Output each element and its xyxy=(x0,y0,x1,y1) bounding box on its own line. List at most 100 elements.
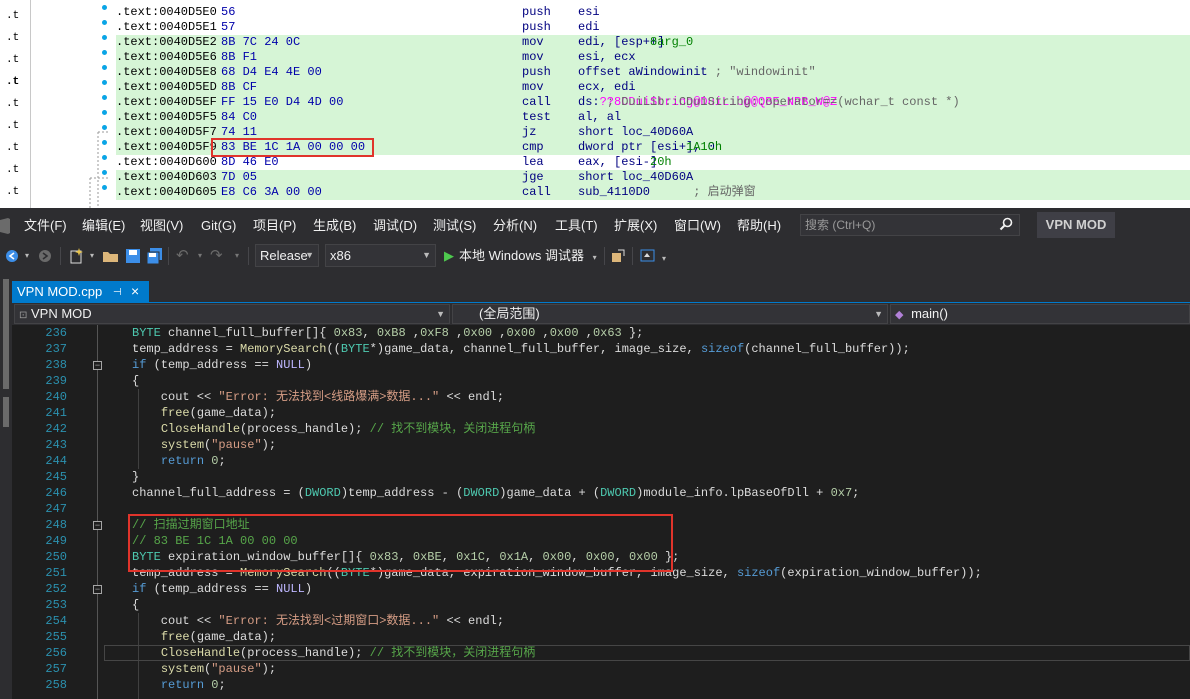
breakpoint-dot-icon[interactable] xyxy=(102,140,107,145)
breakpoint-dot-icon[interactable] xyxy=(102,65,107,70)
ida-disassembly-view[interactable]: .t .t .t .t .t .t .t .t .t .text:0040D5E… xyxy=(0,0,1190,208)
disasm-row[interactable]: .text:0040D603 7D 05 jge short loc_40D60A xyxy=(116,170,1190,185)
menu-build[interactable]: 生成(B) xyxy=(313,217,356,235)
breakpoint-dot-icon[interactable] xyxy=(102,110,107,115)
back-dropdown-chevron-icon[interactable]: ▾ xyxy=(25,247,29,265)
left-tool-strip[interactable] xyxy=(0,269,12,699)
disasm-row[interactable]: .text:0040D5E8 68 D4 E4 4E 00 push offset a… xyxy=(116,65,1190,80)
breakpoint-dot-icon[interactable] xyxy=(102,185,107,190)
platform-select[interactable]: x86 ▼ xyxy=(325,244,436,267)
code-line[interactable]: } xyxy=(132,469,139,485)
disasm-row[interactable]: .text:0040D5E6 8B F1 mov esi, ecx xyxy=(116,50,1190,65)
menu-help[interactable]: 帮助(H) xyxy=(737,217,781,235)
browser-link-icon[interactable] xyxy=(640,247,656,265)
menu-edit[interactable]: 编辑(E) xyxy=(82,217,125,235)
disasm-address: .text:0040D5E2 xyxy=(116,35,217,49)
breakpoint-dot-icon[interactable] xyxy=(102,5,107,10)
code-line[interactable]: system("pause"); xyxy=(132,437,276,453)
menu-window[interactable]: 窗口(W) xyxy=(674,217,721,235)
disasm-row[interactable]: .text:0040D5ED 8B CF mov ecx, edi xyxy=(116,80,1190,95)
code-editor[interactable]: 236 237 238 239 240 241 242 243 244 245 246 247 248 2… xyxy=(12,325,1190,699)
menu-extensions[interactable]: 扩展(X) xyxy=(614,217,657,235)
outlining-margin: − − − xyxy=(67,325,127,699)
tab-vpn-mod-cpp[interactable]: VPN MOD.cpp ⊣ × xyxy=(12,281,149,303)
pin-icon[interactable]: ⊣ xyxy=(113,282,122,304)
server-explorer-tab[interactable] xyxy=(3,279,9,389)
disasm-row[interactable]: .text:0040D5EF FF 15 E0 D4 4D 00 call ds:??… xyxy=(116,95,1190,110)
project-scope-select[interactable]: ⊡ VPN MOD ▼ xyxy=(14,304,450,324)
disasm-row[interactable]: .text:0040D600 8D 46 E0 lea eax, [esi- 20h] xyxy=(116,155,1190,170)
breakpoint-dot-icon[interactable] xyxy=(102,80,107,85)
disasm-row[interactable]: .text:0040D605 E8 C6 3A 00 00 call sub_4110… xyxy=(116,185,1190,200)
code-line[interactable]: system("pause"); xyxy=(132,661,276,677)
code-line[interactable]: if (temp_address == NULL) xyxy=(132,581,312,597)
disasm-row[interactable]: .text:0040D5F5 84 C0 test al, al xyxy=(116,110,1190,125)
code-line[interactable]: temp_address = MemorySearch((BYTE*)game_… xyxy=(132,341,910,357)
toolbox-tab[interactable] xyxy=(3,397,9,427)
breakpoint-dot-icon[interactable] xyxy=(102,20,107,25)
menu-test[interactable]: 测试(S) xyxy=(433,217,476,235)
code-line[interactable]: channel_full_address = (DWORD)temp_addre… xyxy=(132,485,859,501)
code-line[interactable]: cout << "Error: 无法找到<过期窗口>数据..." << endl… xyxy=(132,613,504,629)
code-line[interactable]: { xyxy=(132,597,139,613)
attach-process-icon[interactable] xyxy=(610,247,626,265)
menu-git[interactable]: Git(G) xyxy=(201,217,236,235)
undo-dropdown-chevron-icon[interactable]: ▾ xyxy=(198,247,202,265)
start-debugging-button[interactable]: ▶ 本地 Windows 调试器 ▾ xyxy=(444,246,597,266)
disasm-opcode-bytes: 84 C0 xyxy=(221,110,258,124)
disasm-row[interactable]: .text:0040D5E0 56 push esi xyxy=(116,5,1190,20)
chevron-down-icon: ▼ xyxy=(436,309,445,319)
open-folder-icon[interactable] xyxy=(102,247,120,265)
new-project-icon[interactable] xyxy=(68,247,86,265)
redo-icon[interactable]: ↷ xyxy=(210,247,223,265)
search-input[interactable]: 搜索 (Ctrl+Q) xyxy=(800,214,1020,236)
line-number: 257 xyxy=(45,662,67,676)
project-scope-value: VPN MOD xyxy=(31,306,92,321)
breakpoint-dot-icon[interactable] xyxy=(102,95,107,100)
menu-view[interactable]: 视图(V) xyxy=(140,217,183,235)
code-line[interactable]: { xyxy=(132,373,139,389)
configuration-select[interactable]: Release ▼ xyxy=(255,244,319,267)
disasm-address: .text:0040D5ED xyxy=(116,80,217,94)
toolbar-overflow-icon[interactable]: ▾ xyxy=(662,247,666,265)
disasm-address: .text:0040D5F9 xyxy=(116,140,217,154)
code-line[interactable]: CloseHandle(process_handle); // 找不到模块，关闭… xyxy=(132,421,535,437)
code-line[interactable]: BYTE channel_full_buffer[]{ 0x83, 0xB8 ,… xyxy=(132,325,643,341)
menu-tools[interactable]: 工具(T) xyxy=(555,217,598,235)
line-number: 248 xyxy=(45,518,67,532)
code-line[interactable]: return 0; xyxy=(132,677,226,693)
code-line[interactable]: free(game_data); xyxy=(132,405,276,421)
breakpoint-dot-icon[interactable] xyxy=(102,35,107,40)
menu-analyze[interactable]: 分析(N) xyxy=(493,217,537,235)
search-icon[interactable] xyxy=(999,217,1013,231)
disasm-mnemonic: cmp xyxy=(522,140,544,154)
code-line[interactable]: cout << "Error: 无法找到<线路爆满>数据..." << endl… xyxy=(132,389,504,405)
menu-file[interactable]: 文件(F) xyxy=(24,217,67,235)
collapse-toggle-icon[interactable]: − xyxy=(93,361,102,370)
breakpoint-dot-icon[interactable] xyxy=(102,170,107,175)
undo-icon[interactable]: ↶ xyxy=(176,247,189,265)
type-scope-select[interactable]: (全局范围) ▼ xyxy=(452,304,888,324)
code-line[interactable]: free(game_data); xyxy=(132,629,276,645)
new-dropdown-chevron-icon[interactable]: ▾ xyxy=(90,247,94,265)
navigate-back-icon[interactable] xyxy=(4,247,20,265)
close-icon[interactable]: × xyxy=(131,280,139,302)
collapse-toggle-icon[interactable]: − xyxy=(93,521,102,530)
disasm-address: .text:0040D5F7 xyxy=(116,125,217,139)
save-all-icon[interactable] xyxy=(146,247,164,265)
menu-project[interactable]: 项目(P) xyxy=(253,217,296,235)
member-select[interactable]: ◆ main() xyxy=(890,304,1190,324)
run-dropdown-chevron-icon[interactable]: ▾ xyxy=(593,253,597,262)
collapse-toggle-icon[interactable]: − xyxy=(93,585,102,594)
disasm-row[interactable]: .text:0040D5E1 57 push edi xyxy=(116,20,1190,35)
breakpoint-dot-icon[interactable] xyxy=(102,50,107,55)
breakpoint-dot-icon[interactable] xyxy=(102,155,107,160)
code-line[interactable]: if (temp_address == NULL) xyxy=(132,357,312,373)
redo-dropdown-chevron-icon[interactable]: ▾ xyxy=(235,247,239,265)
breakpoint-dot-icon[interactable] xyxy=(102,125,107,130)
save-icon[interactable] xyxy=(124,247,142,265)
navigate-forward-icon[interactable] xyxy=(37,247,53,265)
code-line[interactable]: return 0; xyxy=(132,453,226,469)
menu-debug[interactable]: 调试(D) xyxy=(373,217,417,235)
disasm-row[interactable]: .text:0040D5E2 8B 7C 24 0C mov edi, [esp+ 8 +… xyxy=(116,35,1190,50)
